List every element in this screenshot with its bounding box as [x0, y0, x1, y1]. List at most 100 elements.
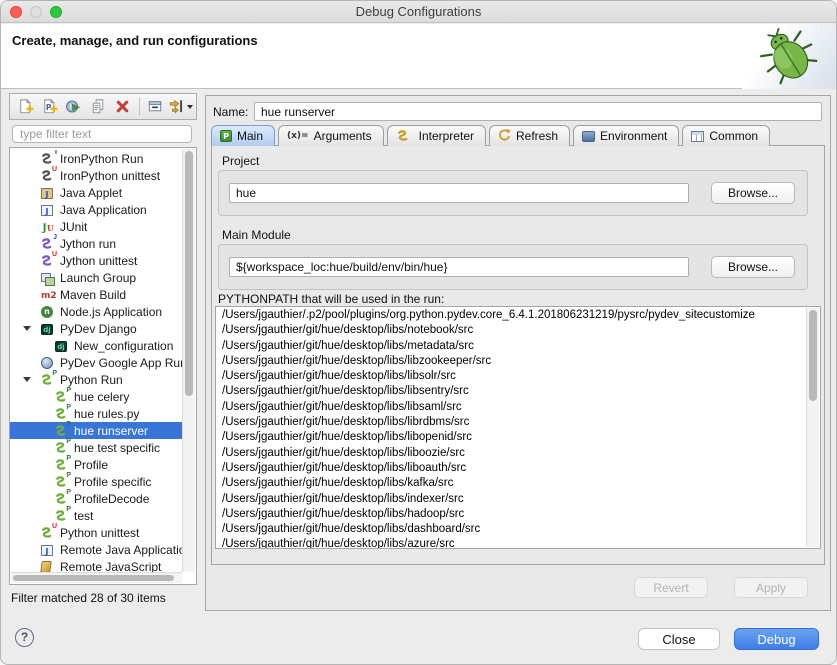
- delete-launch-configuration-icon[interactable]: [110, 95, 134, 118]
- filter-input[interactable]: [12, 125, 192, 143]
- dialog-heading: Create, manage, and run configurations: [12, 33, 258, 48]
- pythonpath-entry: /Users/jgauthier/git/hue/desktop/libs/da…: [216, 522, 806, 537]
- tree-item-java-application[interactable]: Java Application: [10, 201, 182, 218]
- pythonpath-entry: /Users/jgauthier/.p2/pool/plugins/org.py…: [216, 308, 806, 323]
- tab-environment[interactable]: Environment: [573, 125, 679, 146]
- tab-label: Refresh: [516, 129, 558, 143]
- tree-item-label: Remote JavaScript: [60, 560, 161, 573]
- environment-icon: [582, 131, 595, 142]
- tab-label: Environment: [600, 129, 667, 143]
- ironpython-unittest-icon: [40, 169, 55, 183]
- name-label: Name:: [213, 105, 248, 119]
- pythonpath-entry: /Users/jgauthier/git/hue/desktop/libs/li…: [216, 384, 806, 399]
- tree-item-launch-group[interactable]: Launch Group: [10, 269, 182, 286]
- new-launch-configuration-icon[interactable]: [13, 95, 37, 118]
- tree-item-label: PyDev Google App Run: [60, 356, 182, 370]
- django-icon: [54, 339, 69, 353]
- tree-vertical-scrollbar-thumb[interactable]: [185, 151, 193, 396]
- name-input[interactable]: [254, 102, 822, 121]
- tree-item-nodejs-application[interactable]: Node.js Application: [10, 303, 182, 320]
- tree-item-new-configuration[interactable]: New_configuration: [10, 337, 182, 354]
- tree-item-label: ProfileDecode: [74, 492, 149, 506]
- python-run-icon: [54, 424, 69, 438]
- tree-item-remote-javascript[interactable]: Remote JavaScript: [10, 558, 182, 572]
- tree-item-label: New_configuration: [74, 339, 173, 353]
- tab-refresh[interactable]: Refresh: [489, 125, 570, 146]
- main-module-browse-button[interactable]: Browse...: [711, 256, 795, 278]
- revert-button[interactable]: Revert: [634, 577, 708, 598]
- tree-item-hue-rules-py[interactable]: hue rules.py: [10, 405, 182, 422]
- tab-label: Arguments: [314, 129, 372, 143]
- tree-item-python-unittest[interactable]: Python unittest: [10, 524, 182, 541]
- main-module-label: Main Module: [222, 228, 291, 242]
- main-module-input[interactable]: [229, 257, 689, 277]
- tree-item-label: Java Applet: [60, 186, 122, 200]
- export-launch-configurations-icon[interactable]: [62, 95, 86, 118]
- java-application-icon: [40, 203, 55, 217]
- tree-item-label: PyDev Django: [60, 322, 137, 336]
- tree-item-ironpython-run[interactable]: IronPython Run: [10, 150, 182, 167]
- django-icon: [40, 322, 55, 336]
- duplicate-launch-configuration-icon[interactable]: [86, 95, 110, 118]
- launch-group-icon: [40, 271, 55, 285]
- filter-launch-configurations-icon[interactable]: [168, 95, 193, 118]
- tree-item-label: Remote Java Application: [60, 543, 182, 557]
- expander-icon[interactable]: [23, 377, 31, 382]
- tree-item-profiledecode[interactable]: ProfileDecode: [10, 490, 182, 507]
- tree-item-python-run[interactable]: Python Run: [10, 371, 182, 388]
- tree-item-ironpython-unittest[interactable]: IronPython unittest: [10, 167, 182, 184]
- tree-item-label: Profile specific: [74, 475, 151, 489]
- jython-run-icon: [40, 237, 55, 251]
- pythonpath-entry: /Users/jgauthier/git/hue/desktop/libs/li…: [216, 400, 806, 415]
- tab-common[interactable]: Common: [682, 125, 770, 146]
- tree-item-remote-java-application[interactable]: Remote Java Application: [10, 541, 182, 558]
- project-browse-button[interactable]: Browse...: [711, 182, 795, 204]
- pythonpath-entry: /Users/jgauthier/git/hue/desktop/libs/me…: [216, 339, 806, 354]
- tree-item-label: hue runserver: [74, 424, 148, 438]
- tree-item-pydev-google-app-run[interactable]: PyDev Google App Run: [10, 354, 182, 371]
- pythonpath-entry: /Users/jgauthier/git/hue/desktop/libs/ka…: [216, 476, 806, 491]
- configurations-toolbar: P: [9, 93, 197, 120]
- tree-item-java-applet[interactable]: Java Applet: [10, 184, 182, 201]
- remote-javascript-icon: [40, 560, 55, 573]
- tab-interpreter[interactable]: Interpreter: [387, 125, 486, 146]
- tree-item-jython-unittest[interactable]: Jython unittest: [10, 252, 182, 269]
- tree-item-hue-celery[interactable]: hue celery: [10, 388, 182, 405]
- tab-arguments[interactable]: (x)=Arguments: [278, 125, 384, 146]
- pythonpath-entry: /Users/jgauthier/git/hue/desktop/libs/li…: [216, 415, 806, 430]
- configuration-editor-panel: Name: Main (x)=Arguments Interpreter Ref…: [205, 95, 831, 611]
- tab-label: Main: [237, 129, 263, 143]
- tree-item-test[interactable]: test: [10, 507, 182, 524]
- tree-horizontal-scrollbar-thumb[interactable]: [13, 575, 174, 581]
- tab-main[interactable]: Main: [211, 125, 275, 146]
- panel-splitter[interactable]: [197, 93, 205, 609]
- collapse-all-icon[interactable]: [144, 95, 168, 118]
- pythonpath-list: /Users/jgauthier/.p2/pool/plugins/org.py…: [215, 306, 821, 549]
- toolbar-separator: [139, 98, 140, 116]
- tree-item-label: hue rules.py: [74, 407, 139, 421]
- apply-button[interactable]: Apply: [734, 577, 808, 598]
- expander-icon[interactable]: [23, 326, 31, 331]
- project-input[interactable]: [229, 183, 689, 203]
- tree-item-label: Jython run: [60, 237, 116, 251]
- tree-item-jython-run[interactable]: Jython run: [10, 235, 182, 252]
- nodejs-icon: [40, 305, 55, 319]
- tree-item-label: Jython unittest: [60, 254, 137, 268]
- tree-item-pydev-django[interactable]: PyDev Django: [10, 320, 182, 337]
- close-button[interactable]: Close: [638, 628, 720, 650]
- debug-button[interactable]: Debug: [734, 628, 819, 650]
- interpreter-icon: [396, 130, 409, 143]
- new-launch-prototype-icon[interactable]: P: [37, 95, 61, 118]
- pythonpath-scrollbar-thumb[interactable]: [809, 310, 817, 401]
- tree-item-maven-build[interactable]: Maven Build: [10, 286, 182, 303]
- help-button[interactable]: ?: [15, 628, 34, 647]
- tree-item-junit[interactable]: JUnit: [10, 218, 182, 235]
- main-tab-content: Project Browse... Main Module Browse... …: [211, 145, 825, 565]
- tree-item-profile[interactable]: Profile: [10, 456, 182, 473]
- tree-item-profile-specific[interactable]: Profile specific: [10, 473, 182, 490]
- tree-item-hue-test-specific[interactable]: hue test specific: [10, 439, 182, 456]
- filter-dropdown-caret: [187, 105, 193, 109]
- tree-item-hue-runserver[interactable]: hue runserver: [10, 422, 182, 439]
- tree-item-label: IronPython Run: [60, 152, 143, 166]
- tree-vertical-scrollbar: [182, 149, 195, 572]
